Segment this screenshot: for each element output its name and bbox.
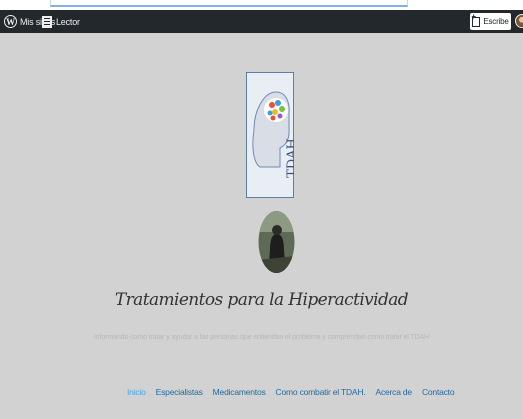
site-title[interactable]: Tratamientos para la Hiperactividad — [0, 290, 523, 310]
reader-label: Lector — [56, 16, 80, 27]
reader-button[interactable]: Lector — [42, 10, 80, 33]
menu-item-especialistas[interactable]: Especialistas — [156, 387, 203, 401]
menu-item-inicio[interactable]: Inicio — [127, 387, 146, 401]
site-avatar[interactable] — [258, 210, 295, 274]
site-logo[interactable]: TDAH — [246, 72, 294, 198]
user-avatar[interactable] — [515, 14, 523, 28]
reader-icon — [42, 15, 52, 28]
menu-item-acerca-de[interactable]: Acerca de — [375, 387, 412, 401]
primary-menu: Inicio Especialistas Medicamentos Como c… — [127, 387, 464, 401]
write-label: Escribe — [483, 17, 509, 26]
admin-bar: W Mis sitios Lector Escribe — [0, 10, 523, 33]
logo-text: TDAH — [285, 138, 294, 178]
site-tagline: Informando como tratar y ayudar a las pe… — [93, 334, 430, 341]
browser-top-strip — [0, 0, 523, 10]
menu-item-medicamentos[interactable]: Medicamentos — [213, 387, 266, 401]
menu-item-contacto[interactable]: Contacto — [422, 387, 455, 401]
write-button[interactable]: Escribe — [470, 12, 511, 30]
wordpress-icon: W — [4, 15, 17, 28]
address-bar-edge[interactable] — [50, 0, 408, 7]
menu-item-como-combatir[interactable]: Como combatir el TDAH. — [276, 387, 366, 401]
new-post-icon — [471, 12, 481, 27]
